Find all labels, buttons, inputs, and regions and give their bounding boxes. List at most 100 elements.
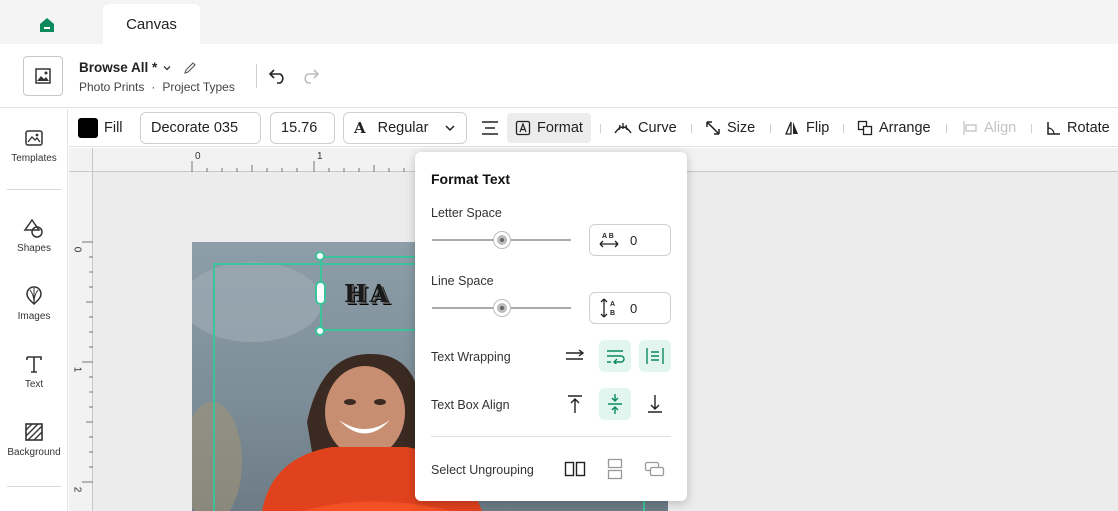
font-style-value: Regular	[377, 120, 429, 136]
curve-label: Curve	[638, 120, 677, 136]
svg-text:B: B	[610, 310, 615, 317]
align-middle-icon	[608, 394, 622, 414]
text-selection-box[interactable]	[320, 256, 430, 331]
sidebar-item-shapes[interactable]: Shapes	[0, 217, 68, 273]
format-button[interactable]: Format	[507, 113, 591, 143]
undo-button[interactable]	[266, 64, 290, 88]
panel-title: Format Text	[431, 171, 511, 187]
text-align-button[interactable]	[480, 113, 500, 143]
chevron-down-icon[interactable]	[162, 63, 172, 73]
wrap-none-button[interactable]	[559, 340, 591, 372]
ruler-label: 0	[71, 246, 83, 253]
ungroup-stacked-button[interactable]	[639, 453, 671, 485]
ruler-corner	[69, 148, 93, 172]
ruler-label: 1	[317, 151, 323, 162]
resize-handle-left[interactable]	[315, 281, 326, 305]
font-style-select[interactable]: A Regular	[343, 112, 467, 144]
ruler-label: 2	[71, 486, 83, 493]
sidebar-item-label: Shapes	[17, 243, 51, 254]
font-size-value: 15.76	[281, 120, 318, 136]
wrap-justify-button[interactable]	[639, 340, 671, 372]
line-space-label: Line Space	[431, 274, 494, 288]
align-left-icon	[963, 121, 977, 135]
size-button[interactable]: Size	[705, 113, 755, 143]
justify-wrap-icon	[646, 348, 664, 364]
arrange-icon	[857, 120, 873, 136]
ruler-ticks	[82, 241, 93, 483]
breadcrumb-item[interactable]: Photo Prints	[79, 80, 144, 94]
background-icon	[25, 423, 43, 441]
wrap-text-icon	[607, 350, 625, 364]
divider	[691, 124, 692, 133]
ungroup-horizontal-button[interactable]	[559, 453, 591, 485]
vertical-ruler: 0 1 2	[69, 172, 93, 511]
project-header: Browse All * Photo Prints · Project Type…	[0, 44, 1118, 108]
text-box-align-label: Text Box Align	[431, 398, 510, 412]
breadcrumb-separator: ·	[151, 80, 156, 94]
flip-icon	[785, 121, 798, 135]
sidebar-item-label: Templates	[11, 153, 57, 164]
svg-text:A: A	[610, 301, 615, 308]
divider	[946, 124, 947, 133]
redo-button[interactable]	[298, 64, 322, 88]
divider	[843, 124, 844, 133]
flip-button[interactable]: Flip	[784, 113, 829, 143]
project-name-label: Browse All *	[79, 60, 158, 75]
line-space-slider-handle[interactable]	[493, 300, 510, 316]
undo-icon	[268, 69, 284, 84]
curve-button[interactable]: Curve	[614, 113, 677, 143]
align-label: Align	[984, 120, 1017, 136]
letter-space-slider-handle[interactable]	[493, 232, 510, 248]
divider	[7, 189, 61, 190]
resize-icon	[706, 121, 720, 135]
format-text-icon	[515, 120, 531, 136]
shapes-icon	[23, 218, 43, 238]
curve-icon	[614, 123, 632, 134]
line-space-input[interactable]: A B 0	[589, 292, 671, 324]
font-size-input[interactable]: 15.76	[270, 112, 335, 144]
align-bottom-icon	[648, 395, 662, 413]
sidebar-item-label: Text	[24, 379, 44, 390]
align-middle-button[interactable]	[599, 388, 631, 420]
sidebar-item-text[interactable]: Text	[0, 353, 68, 409]
home-tab[interactable]	[22, 10, 72, 40]
arrange-label: Arrange	[879, 120, 931, 136]
align-bottom-button[interactable]	[639, 388, 671, 420]
sidebar-item-templates[interactable]: Templates	[0, 127, 68, 183]
font-name-input[interactable]: Decorate 035	[140, 112, 261, 144]
wrap-text-button[interactable]	[599, 340, 631, 372]
project-name[interactable]: Browse All *	[79, 60, 197, 75]
divider	[770, 124, 771, 133]
home-icon	[40, 18, 54, 32]
project-thumbnail-button[interactable]	[23, 56, 63, 96]
tab-canvas[interactable]: Canvas	[103, 4, 200, 44]
left-sidebar: Templates Shapes Images Text Background	[0, 109, 68, 511]
rotate-button[interactable]: Rotate	[1045, 113, 1110, 143]
resize-handle-bottom-left[interactable]	[315, 326, 325, 336]
ungroup-vertical-button[interactable]	[599, 453, 631, 485]
format-text-panel: Format Text Letter Space A B 0 Line Spac…	[415, 152, 687, 501]
pencil-icon[interactable]	[183, 61, 197, 75]
sidebar-item-images[interactable]: Images	[0, 285, 68, 341]
letter-space-label: Letter Space	[431, 206, 502, 220]
letter-space-input[interactable]: A B 0	[589, 224, 671, 256]
svg-text:A B: A B	[602, 233, 614, 240]
align-button[interactable]: Align	[962, 113, 1016, 143]
split-vertical-icon	[607, 458, 623, 480]
resize-handle-top-left[interactable]	[315, 251, 325, 261]
breadcrumb-item[interactable]: Project Types	[162, 80, 234, 94]
format-label: Format	[537, 120, 583, 136]
line-space-value: 0	[630, 300, 638, 316]
stacked-layers-icon	[644, 461, 665, 477]
text-icon	[26, 356, 42, 373]
templates-icon	[25, 130, 43, 146]
breadcrumb: Photo Prints · Project Types	[79, 80, 235, 94]
arrange-button[interactable]: Arrange	[857, 113, 931, 143]
divider	[256, 64, 257, 88]
chevron-down-icon	[445, 125, 455, 132]
fill-button[interactable]: Fill	[78, 113, 123, 143]
sidebar-item-background[interactable]: Background	[0, 421, 68, 477]
fill-color-swatch	[78, 118, 98, 138]
align-top-button[interactable]	[559, 388, 591, 420]
sidebar-item-label: Background	[7, 447, 61, 458]
